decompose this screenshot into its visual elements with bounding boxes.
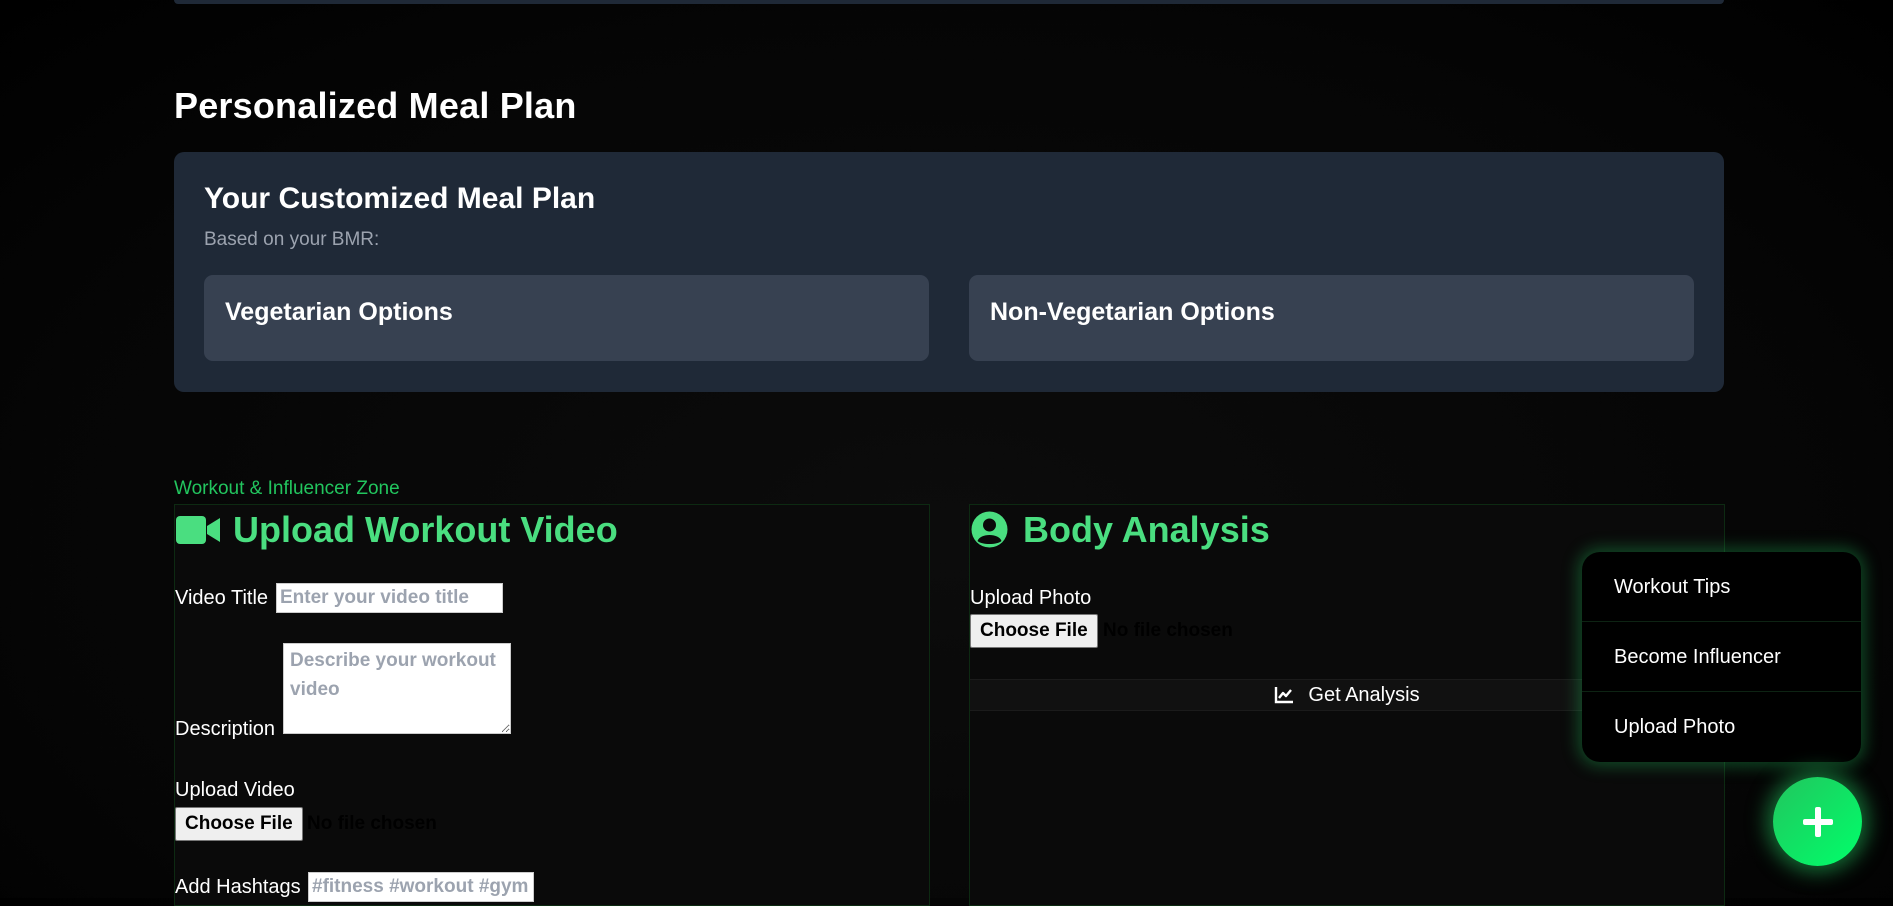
choose-video-file-button[interactable]: Choose File [175,807,303,841]
upload-video-label: Upload Video [175,779,295,801]
video-title-input[interactable] [276,583,503,613]
vegetarian-options-card[interactable]: Vegetarian Options [204,275,929,361]
video-camera-icon [176,515,220,550]
vegetarian-options-label: Vegetarian Options [225,298,453,326]
meal-plan-card-title: Your Customized Meal Plan [204,182,596,215]
menu-item-become-influencer[interactable]: Become Influencer [1582,622,1861,692]
workout-zone-label: Workout & Influencer Zone [174,478,400,499]
photo-no-file-text: No file chosen [1103,620,1233,641]
upload-photo-label: Upload Photo [970,587,1092,609]
video-no-file-text: No file chosen [307,813,437,834]
non-vegetarian-options-card[interactable]: Non-Vegetarian Options [969,275,1694,361]
menu-item-workout-tips[interactable]: Workout Tips [1582,552,1861,622]
description-textarea[interactable] [283,643,511,734]
user-circle-icon [970,510,1009,554]
menu-item-upload-photo[interactable]: Upload Photo [1582,692,1861,762]
description-label: Description [175,718,276,740]
body-analysis-title: Body Analysis [1023,509,1270,550]
hashtags-label: Add Hashtags [175,876,301,898]
meal-plan-card: Your Customized Meal Plan Based on your … [174,152,1724,392]
floating-action-button[interactable] [1773,777,1862,866]
meal-plan-section-title: Personalized Meal Plan [174,85,577,126]
upload-video-title: Upload Workout Video [233,509,618,550]
plus-icon [1802,806,1833,837]
get-analysis-label: Get Analysis [1308,683,1420,706]
quick-actions-menu: Workout Tips Become Influencer Upload Ph… [1582,552,1861,762]
chart-line-icon [1275,687,1294,704]
non-vegetarian-options-label: Non-Vegetarian Options [990,298,1275,326]
choose-photo-file-button[interactable]: Choose File [970,614,1098,648]
top-card-edge [174,0,1724,4]
video-title-label: Video Title [175,587,269,609]
meal-plan-subtitle: Based on your BMR: [204,229,380,250]
upload-video-panel: Upload Workout Video Video Title Descrip… [174,504,930,906]
